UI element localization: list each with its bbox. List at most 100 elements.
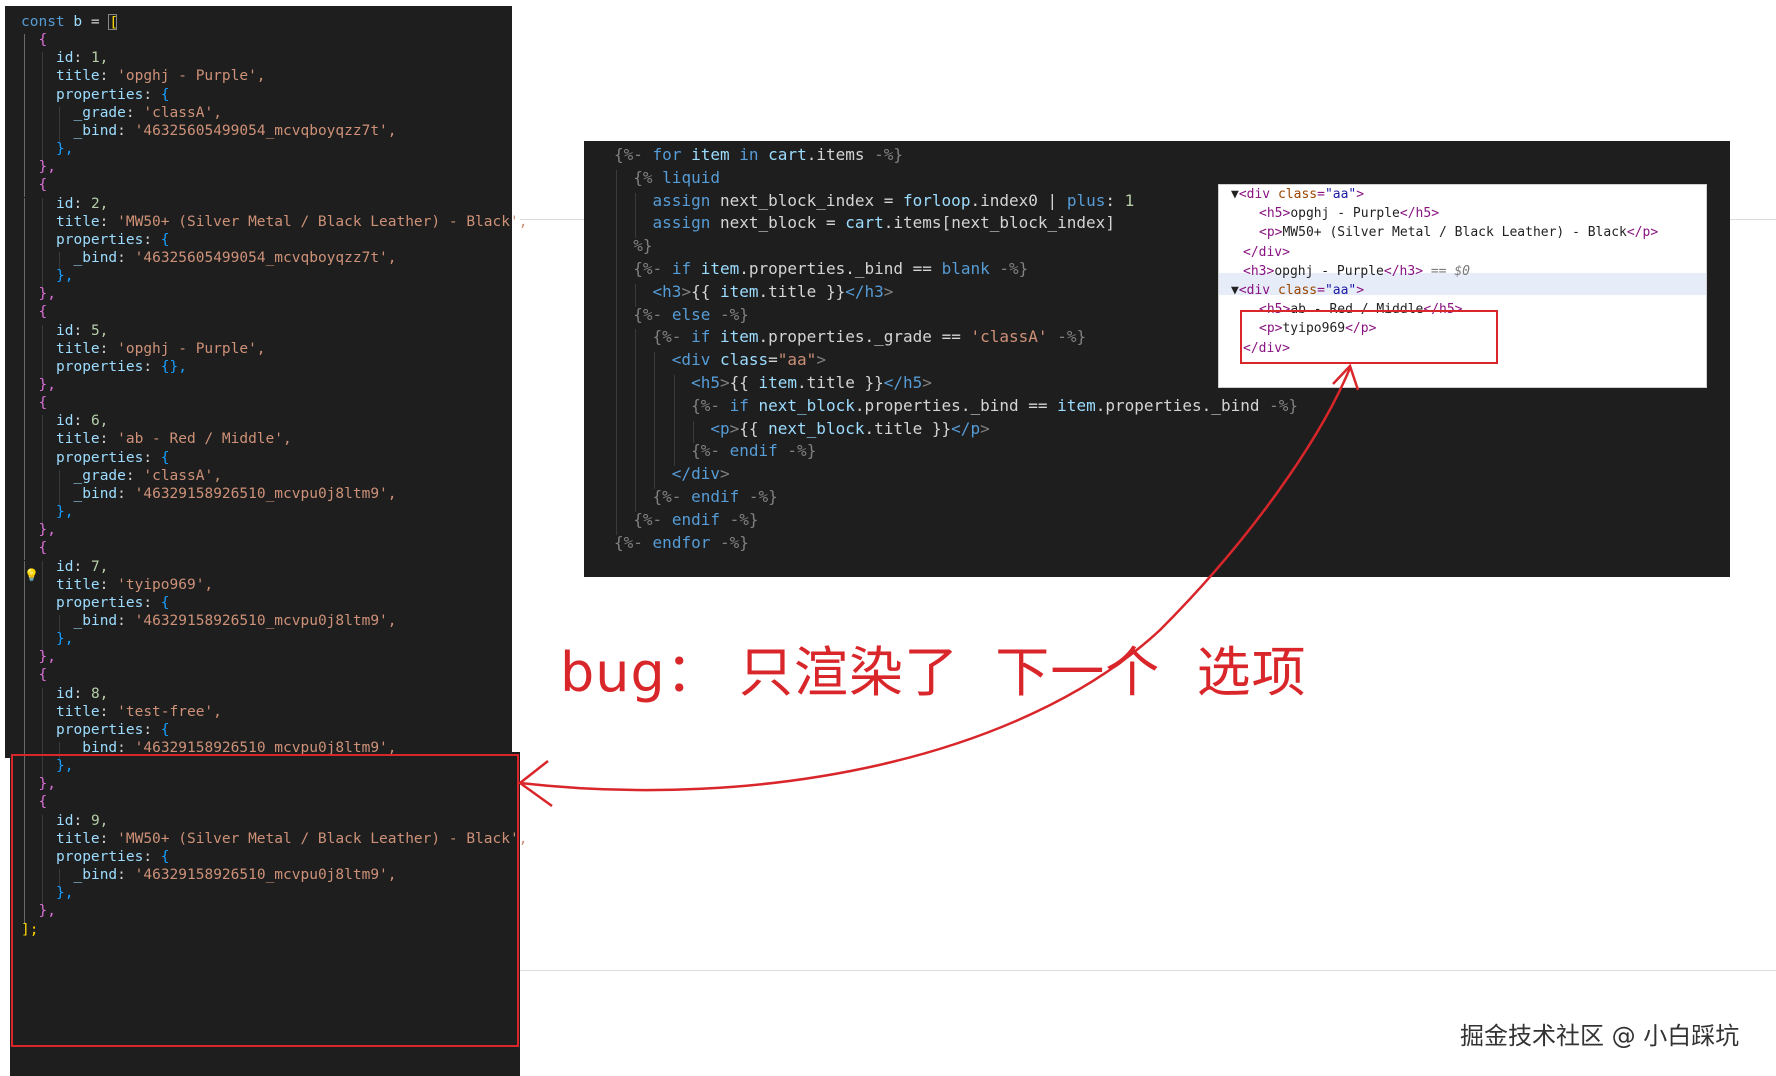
indent-guide [635, 329, 637, 353]
property-value: 'MW50+ (Silver Metal / Black Leather) - … [117, 213, 528, 230]
indent-guide [24, 506, 25, 525]
colon: : [143, 594, 161, 611]
indent-guide [616, 466, 617, 489]
indent-guide [41, 233, 43, 252]
template-line: <p>{{ next_block.title }}</p> [614, 418, 989, 438]
identifier-part: ._bind [960, 395, 1019, 415]
colon: : [73, 195, 91, 212]
code-line: _bind: '46325605499054_mcvqboyqzz7t', [74, 250, 397, 266]
identifier-part: .title [758, 281, 817, 301]
indent-guide [41, 124, 43, 144]
property-value: 'opghj - Purple', [117, 340, 266, 357]
keyword: for [652, 145, 682, 164]
lightbulb-icon: 💡 [24, 568, 39, 582]
tag-close: </h5> [1399, 206, 1440, 222]
identifier-path: forloop.index0 [903, 191, 1038, 210]
indent-guide [24, 124, 25, 144]
colon: : [143, 86, 161, 103]
code-line: { [39, 304, 48, 320]
token: = [768, 350, 778, 370]
property-value: '46325605499054_mcvqboyqzz7t', [134, 122, 397, 139]
indent-guide [616, 306, 617, 330]
brace: { [38, 540, 48, 557]
identifier-part: next_block [758, 395, 855, 415]
indent-guide [24, 179, 25, 198]
html-tag: </p [951, 418, 981, 438]
brace: }, [38, 286, 56, 303]
template-line: <div class="aa"> [614, 350, 826, 369]
string: "aa" [777, 350, 817, 370]
liquid-delimiter: {%- [614, 532, 643, 552]
html-tag: <h5 [691, 373, 720, 392]
indent-guide [616, 192, 617, 216]
html-tag-end: > [922, 373, 932, 392]
colon: : [117, 122, 135, 139]
string: 'classA' [970, 327, 1048, 347]
token: = [883, 190, 894, 210]
indent-guide [635, 466, 637, 489]
indent-guide [24, 705, 25, 724]
identifier-part: .properties [1095, 395, 1202, 415]
indent-guide [41, 52, 43, 71]
brace: }, [38, 522, 56, 539]
indent-guide [24, 596, 25, 615]
template-line: assign next_block = cart.items[next_bloc… [614, 213, 1115, 232]
property-key: id [56, 322, 74, 339]
code-line: }, [39, 159, 56, 175]
code-line: _grade: 'classA', [74, 468, 222, 484]
property-key: id [56, 558, 74, 575]
indent-guide [616, 169, 617, 193]
indent-guide [59, 106, 60, 125]
code-line: _grade: 'classA', [74, 105, 222, 121]
property-key: properties [56, 231, 144, 248]
output-delimiter: }} [931, 418, 952, 438]
html-tag-end: > [883, 281, 894, 301]
liquid-delimiter: {%- [633, 259, 663, 278]
property-key: id [56, 50, 74, 67]
brace: }, [56, 631, 74, 648]
property-value: 'opghj - Purple', [117, 68, 266, 85]
liquid-delimiter: {%- [652, 327, 682, 347]
identifier: item [691, 145, 730, 164]
indent-guide [41, 705, 43, 724]
code-line: id: 2, [56, 196, 108, 212]
property-key: _bind [73, 122, 118, 139]
token: = [951, 327, 961, 347]
code-line: { [39, 177, 48, 193]
indent-guide [24, 415, 25, 434]
indent-guide [616, 511, 617, 535]
property-value: 'classA', [143, 104, 222, 121]
identifier-path: next_block.title [768, 419, 922, 438]
code-line: properties: {}, [56, 359, 187, 375]
identifier-part: item [700, 259, 740, 278]
property-value: 6, [90, 413, 109, 430]
indent-guide [24, 143, 25, 162]
tag-close: </h3> [1383, 263, 1424, 279]
property-value: 7, [90, 558, 109, 575]
template-line: </div> [614, 464, 730, 483]
identifier-path: item.properties._bind [1057, 396, 1259, 415]
code-line: properties: { [56, 450, 170, 466]
code-line: title: 'test-free', [56, 704, 222, 720]
indent-guide [41, 251, 43, 271]
indent-guide [24, 197, 25, 216]
indent-guide [24, 669, 25, 688]
brace: }, [38, 649, 56, 666]
code-line: }, [56, 504, 73, 520]
code-line: id: 5, [56, 323, 108, 339]
